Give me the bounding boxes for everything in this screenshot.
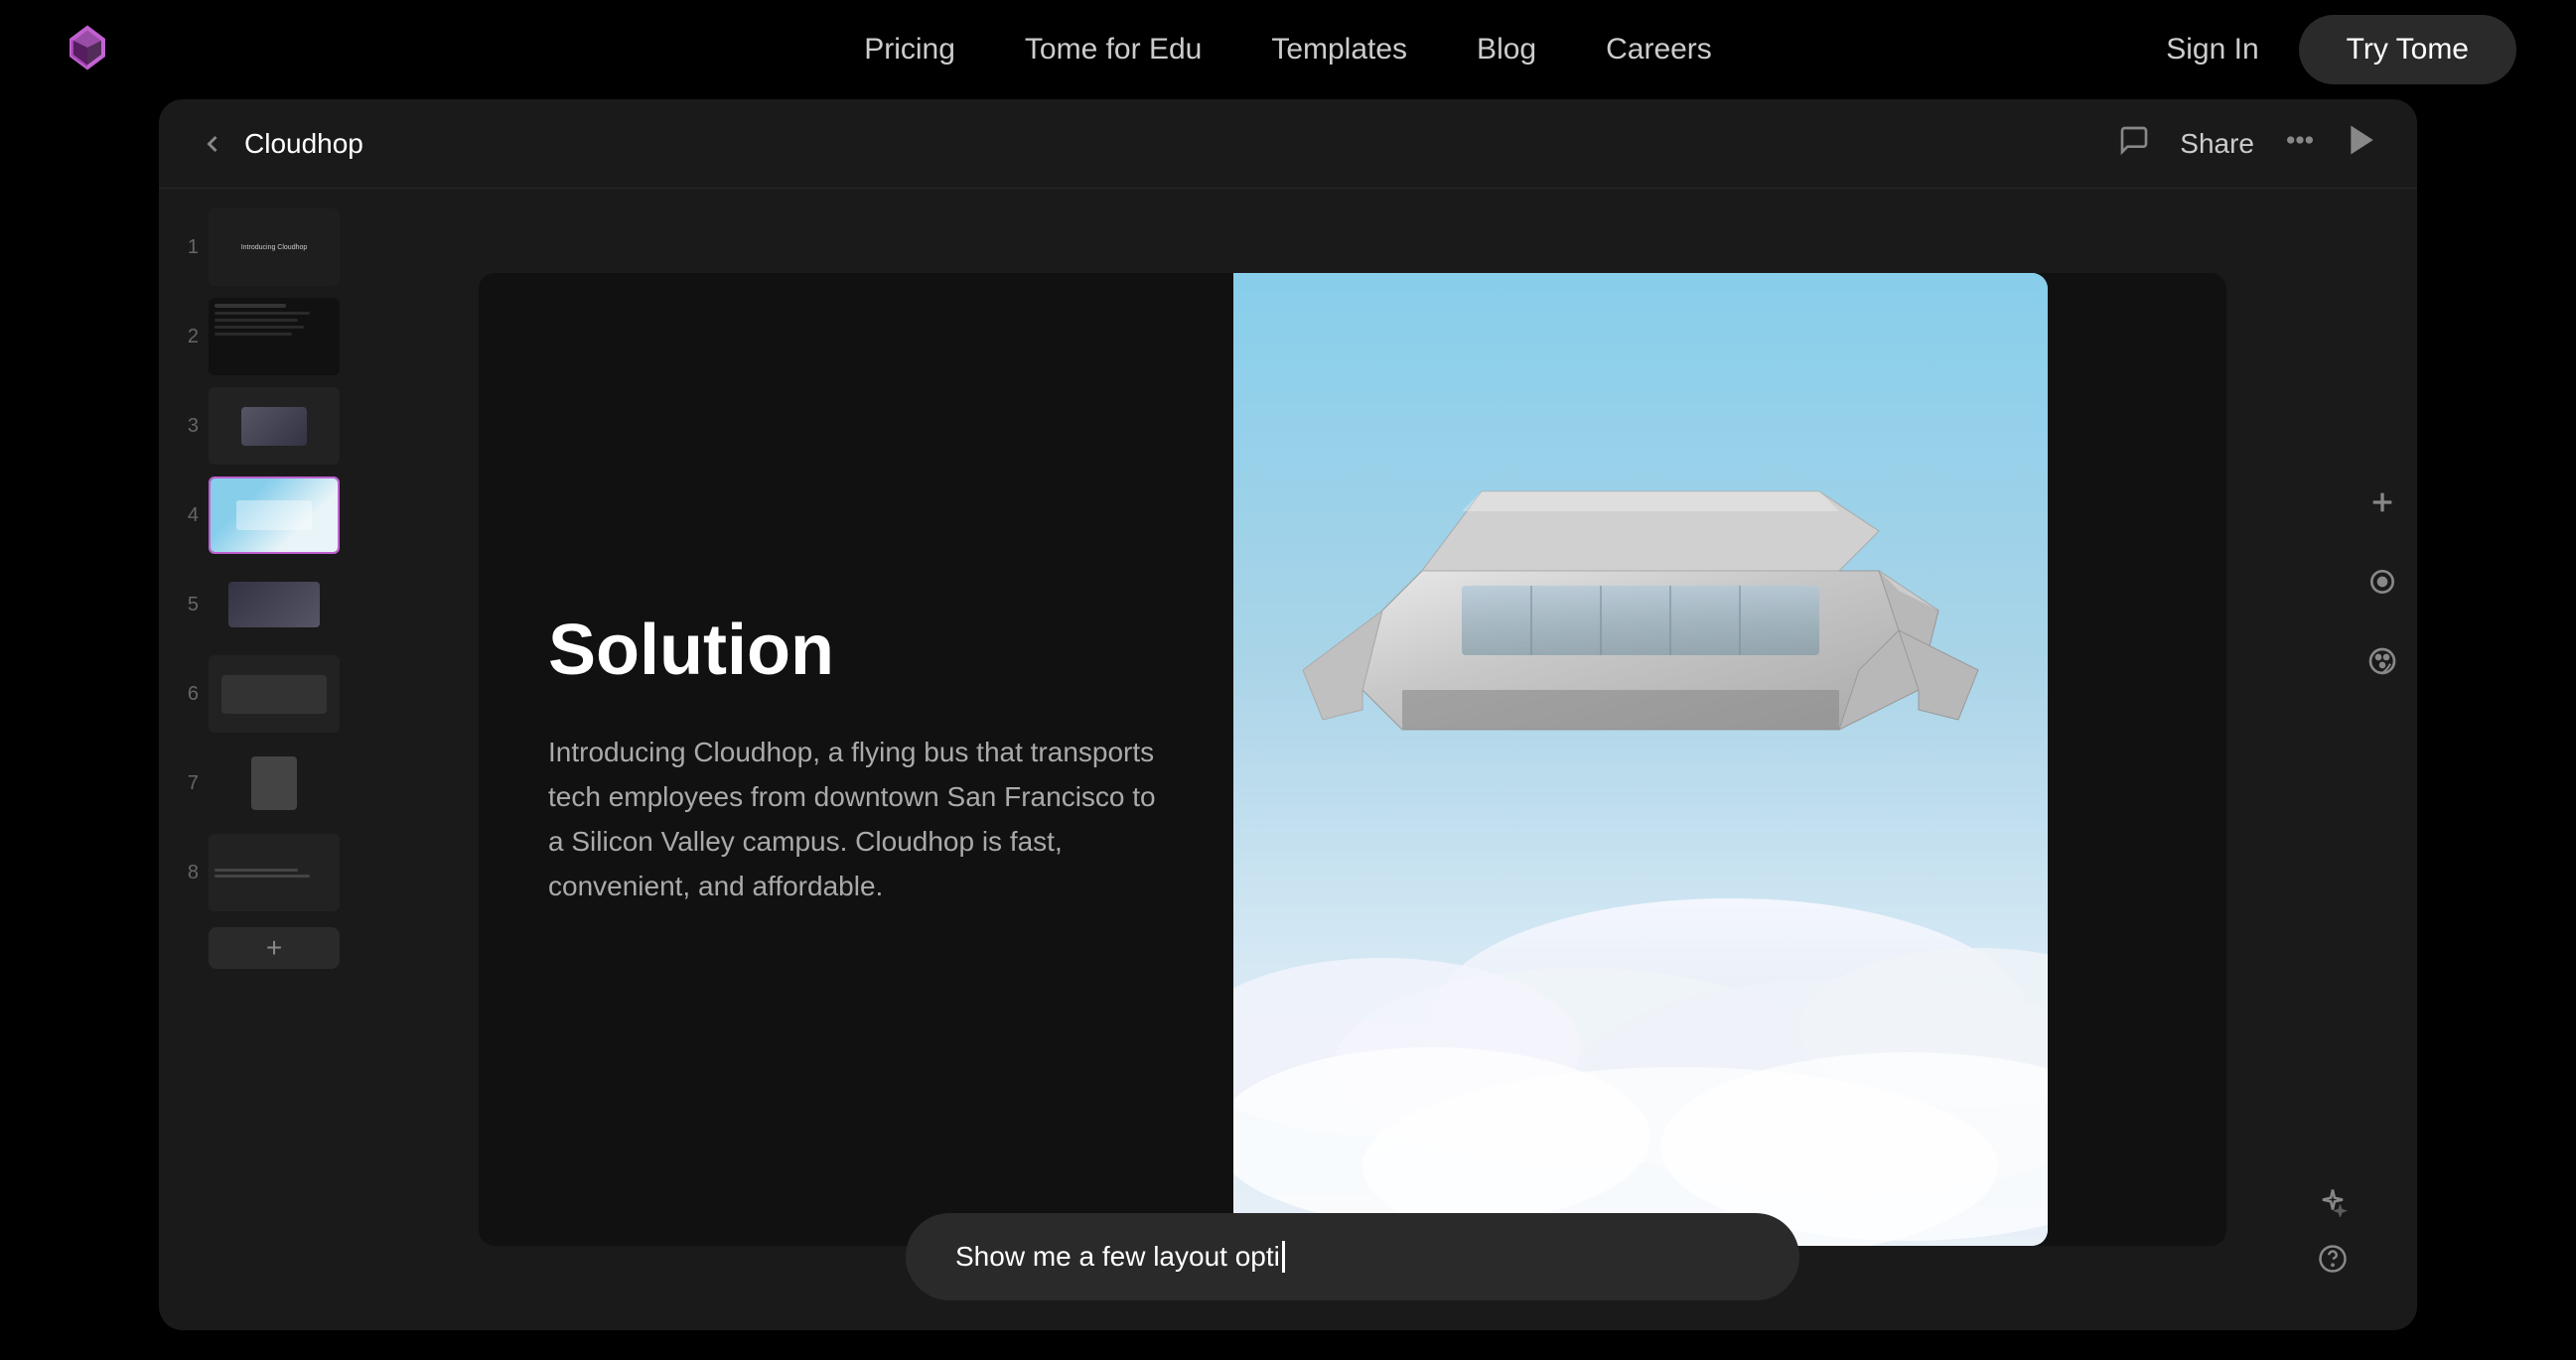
play-button[interactable]: [2346, 124, 2377, 163]
slide-num-3: 3: [175, 415, 199, 438]
target-tool-icon[interactable]: [2366, 566, 2398, 606]
slide-thumb-1[interactable]: Introducing Cloudhop: [209, 208, 340, 286]
document-title: Cloudhop: [244, 128, 363, 160]
bottom-tools: [2318, 1187, 2348, 1281]
slide-item-4[interactable]: 4: [175, 476, 342, 554]
comment-icon[interactable]: [2118, 124, 2150, 163]
slide-item-2[interactable]: 2: [175, 298, 342, 375]
sign-in-button[interactable]: Sign In: [2166, 33, 2258, 67]
nav-right: Sign In Try Tome: [2166, 15, 2516, 84]
add-tool-icon[interactable]: [2366, 486, 2398, 526]
slide-num-1: 1: [175, 236, 199, 259]
slide-num-2: 2: [175, 326, 199, 348]
nav-blog[interactable]: Blog: [1477, 33, 1536, 67]
slide-canvas: Solution Introducing Cloudhop, a flying …: [479, 273, 2226, 1246]
slide-num-5: 5: [175, 594, 199, 616]
slide-heading: Solution: [548, 610, 1164, 691]
more-options-icon[interactable]: [2284, 124, 2316, 163]
slide-item-5[interactable]: 5: [175, 566, 342, 643]
content-area: 1 Introducing Cloudhop 2: [159, 189, 2417, 1330]
slide-body-text: Introducing Cloudhop, a flying bus that …: [548, 731, 1164, 908]
ai-input-box[interactable]: Show me a few layout opti: [906, 1213, 1799, 1300]
slide-item-6[interactable]: 6: [175, 655, 342, 733]
toolbar-left: Cloudhop: [199, 128, 363, 160]
slide-thumb-8[interactable]: [209, 834, 340, 911]
logo[interactable]: [60, 20, 115, 80]
slide-thumb-7[interactable]: [209, 745, 340, 822]
slide-item-1[interactable]: 1 Introducing Cloudhop: [175, 208, 342, 286]
share-button[interactable]: Share: [2180, 128, 2254, 160]
try-tome-button[interactable]: Try Tome: [2299, 15, 2516, 84]
nav-tome-for-edu[interactable]: Tome for Edu: [1025, 33, 1202, 67]
slide-item-8[interactable]: 8: [175, 834, 342, 911]
slide-num-4: 4: [175, 504, 199, 527]
slide-illustration: [1233, 273, 2048, 1246]
slide-item-3[interactable]: 3: [175, 387, 342, 465]
slide-image: [1233, 273, 2048, 1246]
slide-item-7[interactable]: 7: [175, 745, 342, 822]
ai-input-text: Show me a few layout opti: [955, 1241, 1280, 1273]
slide-thumb-2[interactable]: [209, 298, 340, 375]
text-cursor: [1282, 1241, 1285, 1273]
add-slide-button[interactable]: +: [209, 927, 340, 969]
sparkle-icon[interactable]: [2318, 1187, 2348, 1224]
slide-thumb-3[interactable]: [209, 387, 340, 465]
slide-thumb-6[interactable]: [209, 655, 340, 733]
toolbar-right: Share: [2118, 124, 2377, 163]
ai-input-container: Show me a few layout opti: [906, 1213, 1799, 1300]
main-container: Cloudhop Share: [0, 99, 2576, 1330]
help-icon[interactable]: [2318, 1244, 2348, 1281]
nav-links: Pricing Tome for Edu Templates Blog Care…: [864, 33, 1712, 67]
nav-pricing[interactable]: Pricing: [864, 33, 955, 67]
slide-thumb-4[interactable]: [209, 476, 340, 554]
slide-editor: Solution Introducing Cloudhop, a flying …: [358, 189, 2348, 1330]
slide-num-8: 8: [175, 862, 199, 884]
slide-num-7: 7: [175, 772, 199, 795]
toolbar: Cloudhop Share: [159, 99, 2417, 189]
slide-panel: 1 Introducing Cloudhop 2: [159, 189, 358, 1330]
slide-num-6: 6: [175, 683, 199, 706]
app-window: Cloudhop Share: [159, 99, 2417, 1330]
back-button[interactable]: [199, 130, 226, 158]
slide-left-content: Solution Introducing Cloudhop, a flying …: [479, 273, 1233, 1246]
slide-thumb-5[interactable]: [209, 566, 340, 643]
palette-tool-icon[interactable]: [2366, 645, 2398, 685]
right-sidebar: [2348, 189, 2417, 1330]
nav-templates[interactable]: Templates: [1271, 33, 1407, 67]
nav-careers[interactable]: Careers: [1606, 33, 1712, 67]
navigation: Pricing Tome for Edu Templates Blog Care…: [0, 0, 2576, 99]
